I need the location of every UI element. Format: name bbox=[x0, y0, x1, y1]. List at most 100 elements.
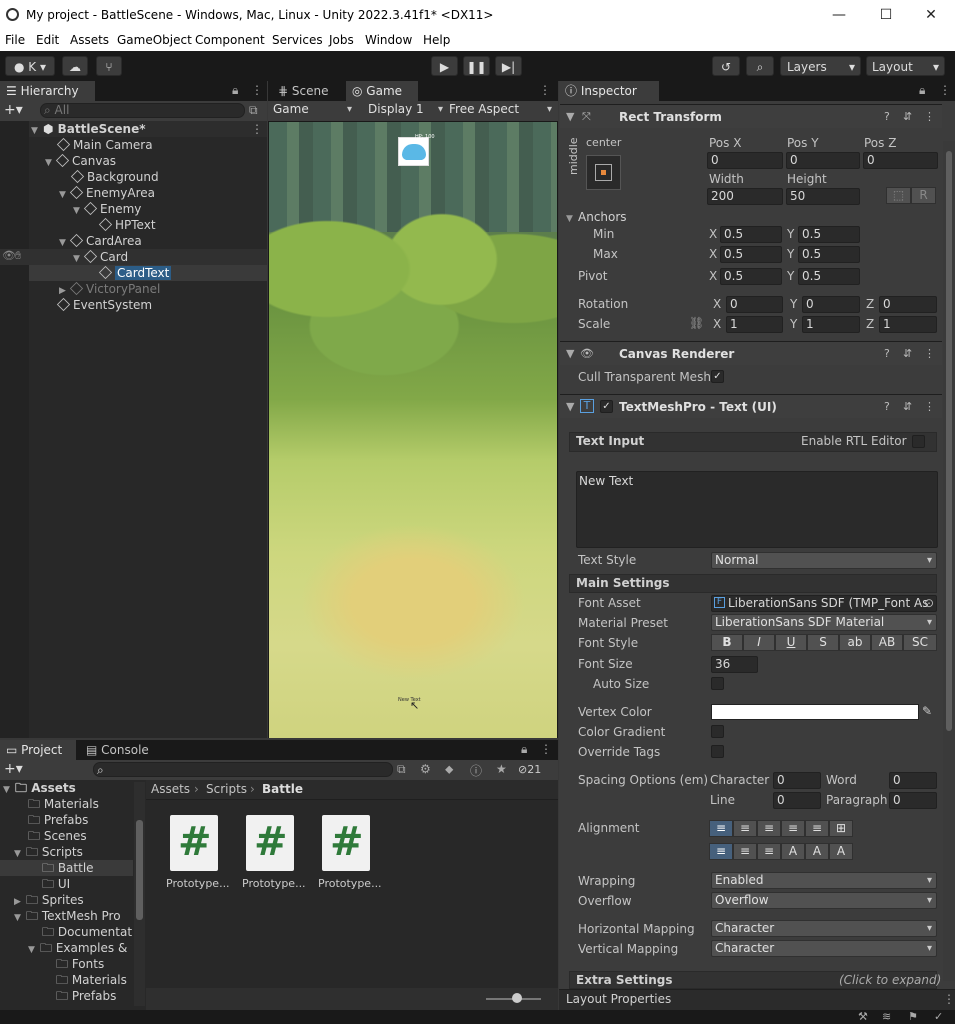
pause-button[interactable]: ❚❚ bbox=[463, 56, 490, 76]
visibility-eye-icon[interactable]: 👁︎ bbox=[2, 249, 16, 262]
project-tree-materials[interactable]: 🗀︎ Materials bbox=[28, 796, 99, 812]
step-button[interactable]: ▶| bbox=[495, 56, 522, 76]
anchor-preset-button[interactable] bbox=[586, 155, 621, 190]
expand-arrow-icon[interactable]: ▼ bbox=[73, 203, 85, 219]
scale-z-field[interactable]: 1 bbox=[879, 316, 937, 333]
account-button[interactable]: ● K ▾ bbox=[5, 56, 55, 76]
help-icon[interactable]: ? bbox=[884, 110, 890, 123]
pivot-y-field[interactable]: 0.5 bbox=[798, 268, 860, 285]
project-tree-assets[interactable]: ▼ 🗀︎ Assets bbox=[3, 780, 76, 796]
display-dropdown[interactable]: Display 1 bbox=[365, 102, 447, 119]
anchor-max-y-field[interactable]: 0.5 bbox=[798, 246, 860, 263]
filter-icon[interactable]: ⧉ bbox=[249, 103, 258, 118]
lock-icon[interactable]: 🔒︎ bbox=[232, 83, 238, 98]
tab-game[interactable]: ◎ Game bbox=[346, 81, 418, 101]
more-icon[interactable]: ⋮ bbox=[924, 400, 935, 413]
align-baseline-icon[interactable]: A bbox=[781, 843, 805, 860]
align-center-icon[interactable]: ≡ bbox=[733, 820, 757, 837]
line-spacing-field[interactable]: 0 bbox=[773, 792, 821, 809]
tab-console[interactable]: ▤ Console bbox=[80, 740, 160, 760]
hierarchy-item-main-camera[interactable]: Main Camera bbox=[56, 137, 153, 153]
font-style-italic[interactable]: I bbox=[743, 634, 775, 651]
align-midline-icon[interactable]: A bbox=[805, 843, 829, 860]
project-tree-fonts[interactable]: 🗀︎ Fonts bbox=[56, 956, 104, 972]
paragraph-spacing-field[interactable]: 0 bbox=[889, 792, 937, 809]
more-icon[interactable]: ⋮ bbox=[251, 83, 263, 97]
more-icon[interactable]: ⋮ bbox=[924, 347, 935, 360]
blueprint-mode-button[interactable]: ⬚ bbox=[886, 187, 911, 204]
project-tree-textmeshpro[interactable]: ▼ 🗀︎ TextMesh Pro bbox=[14, 908, 121, 924]
align-geometry-center-icon[interactable]: ⊞ bbox=[829, 820, 853, 837]
collapse-arrow-icon[interactable]: ▼ bbox=[566, 400, 574, 413]
text-input-area[interactable]: New Text bbox=[576, 471, 938, 548]
pivot-x-field[interactable]: 0.5 bbox=[720, 268, 782, 285]
more-icon[interactable]: ⋮ bbox=[539, 83, 551, 97]
collapse-arrow-icon[interactable]: ▼ bbox=[566, 110, 574, 123]
hierarchy-search-input[interactable]: ⌕ All bbox=[40, 103, 245, 118]
horizontal-mapping-dropdown[interactable]: Character bbox=[711, 920, 937, 937]
rotation-z-field[interactable]: 0 bbox=[879, 296, 937, 313]
rtl-editor-checkbox[interactable] bbox=[912, 435, 925, 448]
cull-transparent-checkbox[interactable]: ✓ bbox=[711, 370, 724, 383]
preset-icon[interactable]: ⇵ bbox=[903, 110, 912, 123]
inspector-scrollbar[interactable] bbox=[943, 141, 955, 981]
vertical-mapping-dropdown[interactable]: Character bbox=[711, 940, 937, 957]
material-preset-dropdown[interactable]: LiberationSans SDF Material bbox=[711, 614, 937, 631]
file-name[interactable]: Prototype... bbox=[318, 877, 382, 890]
expand-arrow-icon[interactable]: ▼ bbox=[3, 782, 15, 798]
posx-field[interactable]: 0 bbox=[707, 152, 783, 169]
align-middle-icon[interactable]: ≡ bbox=[733, 843, 757, 860]
project-tree-battle[interactable]: 🗀︎ Battle bbox=[42, 860, 94, 876]
hierarchy-item-canvas[interactable]: ▼ Canvas bbox=[45, 153, 116, 169]
expand-arrow-icon[interactable]: ▼ bbox=[14, 910, 26, 926]
add-icon[interactable]: +▾ bbox=[4, 761, 23, 777]
align-capline-icon[interactable]: A bbox=[829, 843, 853, 860]
font-size-field[interactable]: 36 bbox=[711, 656, 758, 673]
file-name[interactable]: Prototype... bbox=[242, 877, 306, 890]
pickable-hand-icon[interactable]: ✋︎ bbox=[15, 249, 21, 263]
game-mode-dropdown[interactable]: Game bbox=[270, 102, 356, 119]
raw-edit-button[interactable]: R bbox=[911, 187, 936, 204]
scale-y-field[interactable]: 1 bbox=[802, 316, 860, 333]
script-file-icon[interactable]: # bbox=[170, 815, 218, 871]
expand-arrow-icon[interactable]: ▼ bbox=[31, 123, 43, 139]
canvas-renderer-header[interactable]: ▼ 👁︎ Canvas Renderer ? ⇵ ⋮ bbox=[560, 341, 942, 365]
word-spacing-field[interactable]: 0 bbox=[889, 772, 937, 789]
layers-icon[interactable]: ≋ bbox=[882, 1010, 891, 1023]
align-top-icon[interactable]: ≡ bbox=[709, 843, 733, 860]
layout-dropdown[interactable]: Layout ▾ bbox=[866, 56, 945, 76]
tmp-header[interactable]: ▼ T ✓ TextMeshPro - Text (UI) ? ⇵ ⋮ bbox=[560, 394, 942, 418]
align-justified-icon[interactable]: ≡ bbox=[781, 820, 805, 837]
undo-history-button[interactable]: ↺ bbox=[712, 56, 740, 76]
debug-icon[interactable]: ⚒ bbox=[858, 1010, 868, 1023]
menu-jobs[interactable]: Jobs bbox=[329, 33, 354, 47]
menu-component[interactable]: Component bbox=[195, 33, 265, 47]
menu-gameobject[interactable]: GameObject bbox=[117, 33, 192, 47]
collapse-arrow-icon[interactable]: ▼ bbox=[566, 347, 574, 360]
character-spacing-field[interactable]: 0 bbox=[773, 772, 821, 789]
hierarchy-item-eventsystem[interactable]: EventSystem bbox=[56, 297, 152, 313]
tag-icon[interactable]: ⬥ bbox=[445, 762, 453, 777]
close-button[interactable]: ✕ bbox=[922, 6, 940, 24]
expand-arrow-icon[interactable]: ▼ bbox=[566, 211, 578, 227]
scale-x-field[interactable]: 1 bbox=[726, 316, 783, 333]
script-file-icon[interactable]: # bbox=[246, 815, 294, 871]
hierarchy-item-background[interactable]: Background bbox=[70, 169, 159, 185]
hierarchy-item-victorypanel[interactable]: ▶ VictoryPanel bbox=[59, 281, 160, 297]
search-button[interactable]: ⌕ bbox=[746, 56, 774, 76]
align-right-icon[interactable]: ≡ bbox=[757, 820, 781, 837]
project-search-input[interactable]: ⌕ bbox=[93, 762, 393, 777]
project-tree-examples[interactable]: ▼ 🗀︎ Examples & E bbox=[28, 940, 132, 956]
font-asset-field[interactable]: F LiberationSans SDF (TMP_Font As ⊙ bbox=[711, 595, 937, 612]
play-button[interactable]: ▶ bbox=[431, 56, 458, 76]
project-tree-sprites[interactable]: ▶ 🗀︎ Sprites bbox=[14, 892, 84, 908]
add-icon[interactable]: +▾ bbox=[4, 102, 23, 118]
expand-arrow-icon[interactable]: ▼ bbox=[59, 187, 71, 203]
tree-scrollbar-thumb[interactable] bbox=[136, 820, 143, 920]
menu-edit[interactable]: Edit bbox=[36, 33, 59, 47]
lock-icon[interactable]: 🔒︎ bbox=[919, 83, 925, 98]
menu-services[interactable]: Services bbox=[272, 33, 323, 47]
tab-hierarchy[interactable]: ☰ Hierarchy bbox=[0, 81, 95, 101]
aspect-dropdown[interactable]: Free Aspect bbox=[446, 102, 556, 119]
collab-button[interactable]: ⑂ bbox=[96, 56, 122, 76]
